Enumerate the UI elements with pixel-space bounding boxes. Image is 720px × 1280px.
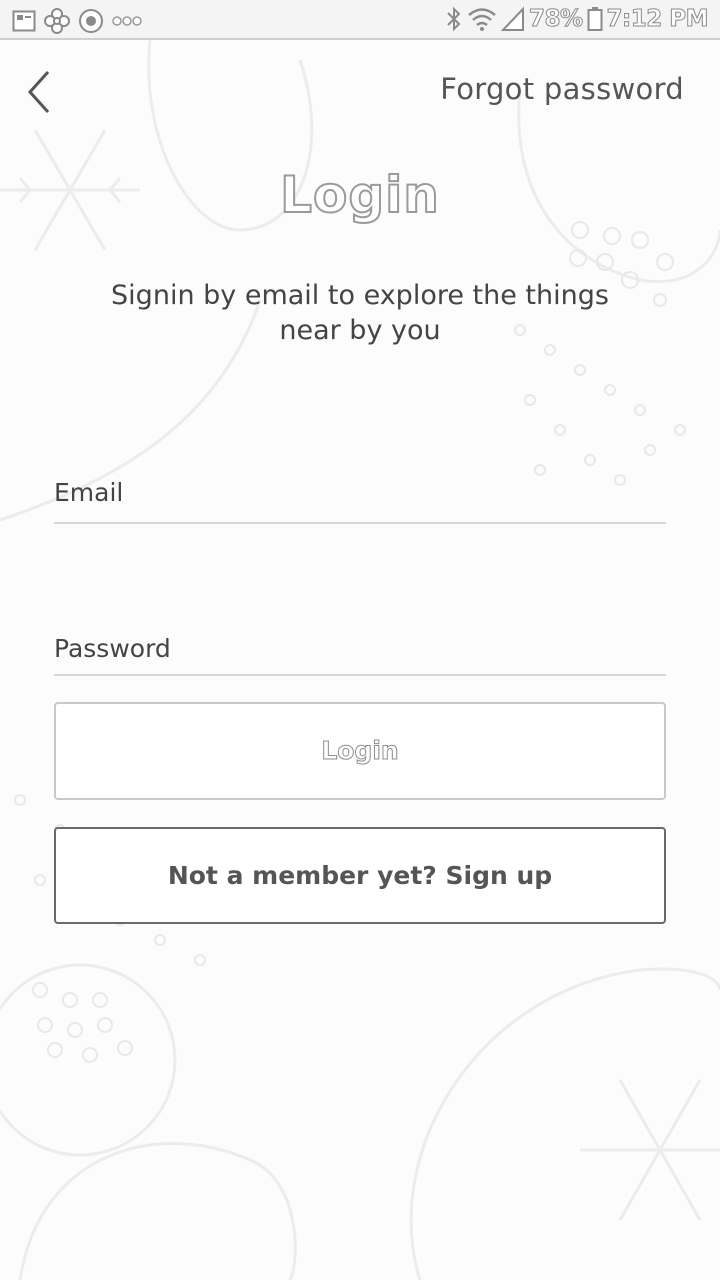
snowflake-decoration (580, 1079, 720, 1221)
login-screen: 78% 7:12 PM Forgot password Login Signin… (0, 0, 720, 1280)
status-right-icons: 78% 7:12 PM (445, 6, 709, 33)
gallery-icon (12, 10, 36, 32)
password-field[interactable] (54, 634, 666, 676)
email-input[interactable] (54, 478, 666, 507)
battery-icon (587, 7, 603, 31)
target-icon (79, 9, 103, 33)
status-left-icons (12, 8, 142, 34)
wifi-icon (468, 8, 496, 31)
fan-icon (44, 8, 70, 34)
chevron-left-icon (27, 70, 50, 114)
signal-icon (500, 6, 524, 31)
battery-percent: 78% (528, 6, 583, 33)
email-field[interactable] (54, 478, 666, 524)
signup-button[interactable]: Not a member yet? Sign up (54, 827, 666, 924)
status-bar: 78% 7:12 PM (0, 0, 720, 40)
page-title: Login (279, 165, 440, 225)
more-dots-icon (112, 16, 142, 26)
back-button[interactable] (22, 66, 62, 118)
forgot-password-link[interactable]: Forgot password (440, 72, 684, 106)
login-button[interactable]: Login (54, 702, 666, 800)
page-subtitle: Signin by email to explore the things ne… (111, 280, 609, 346)
status-time: 7:12 PM (606, 6, 709, 33)
password-input[interactable] (54, 634, 666, 663)
bluetooth-icon (447, 6, 461, 32)
